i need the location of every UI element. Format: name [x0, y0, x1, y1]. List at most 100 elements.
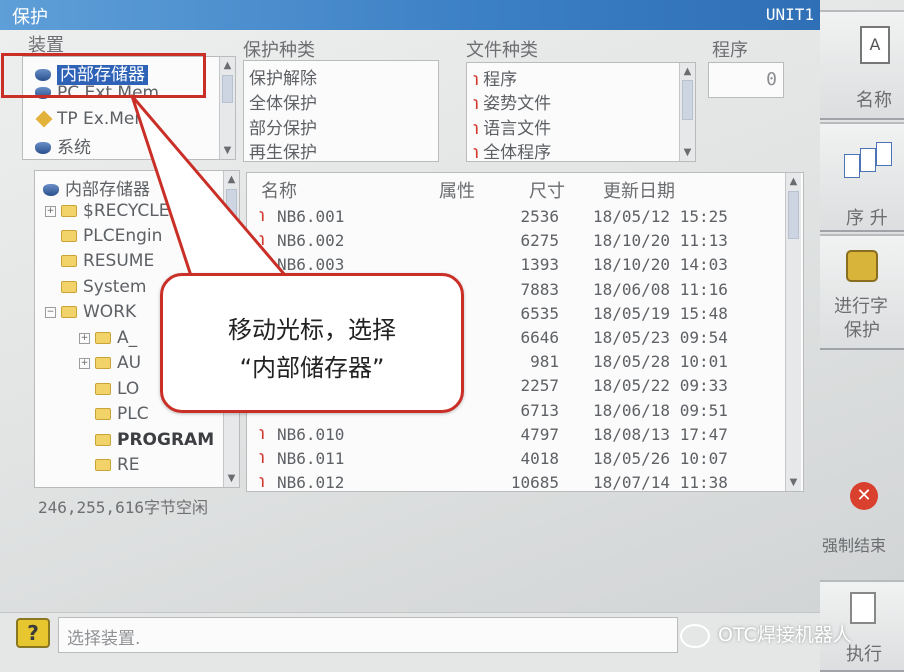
callout-box: 移动光标，选择 “内部储存器” [160, 273, 464, 413]
file-type-item[interactable]: ℩ 程序 [473, 65, 517, 90]
window-title: 保护 [12, 7, 48, 28]
table-row[interactable]: ℩ NB6.011 4018 18/05/26 10:07 [247, 447, 783, 469]
program-file-icon: ℩ [473, 118, 480, 139]
collapse-icon[interactable]: − [45, 306, 56, 318]
file-size: 6535 [520, 303, 559, 323]
scroll-down-icon[interactable]: ▼ [681, 146, 694, 159]
file-date: 18/05/26 10:07 [593, 449, 728, 468]
tree-node[interactable]: LO [95, 379, 139, 399]
program-file-icon: ℩ [259, 471, 266, 493]
device-item-tp-ext[interactable]: TP Ex.Mem [35, 109, 151, 129]
tree-node[interactable]: RESUME [61, 251, 154, 271]
file-name: NB6.001 [277, 207, 345, 226]
scroll-thumb[interactable] [788, 191, 799, 239]
tree-node-selected[interactable]: PROGRAM [95, 430, 214, 450]
file-type-list[interactable]: ℩ 程序 ℩ 姿势文件 ℩ 语言文件 ℩ 全体程序 ▲ ▼ [466, 62, 696, 163]
expand-icon[interactable]: + [79, 357, 90, 369]
scroll-thumb[interactable] [222, 75, 233, 103]
scroll-up-icon[interactable]: ▲ [221, 59, 234, 72]
file-size: 4797 [520, 424, 559, 444]
protect-type-item[interactable]: 再生保护 [249, 138, 317, 163]
tree-node[interactable]: + AU [79, 353, 141, 373]
folder-icon [61, 205, 77, 217]
file-date: 18/06/18 09:51 [593, 400, 728, 420]
file-type-item[interactable]: ℩ 语言文件 [473, 114, 551, 139]
folder-icon [95, 357, 111, 369]
file-size: 2257 [520, 376, 559, 396]
status-message-box: 选择装置. [58, 617, 678, 653]
program-file-icon: ℩ [259, 447, 266, 468]
folder-icon [95, 408, 111, 420]
folder-icon [95, 434, 111, 446]
file-date: 18/08/13 17:47 [593, 424, 728, 444]
file-type-item[interactable]: ℩ 全体程序 [473, 138, 551, 163]
protect-type-item[interactable]: 全体保护 [249, 89, 317, 114]
expand-icon[interactable]: + [45, 205, 56, 217]
scroll-down-icon[interactable]: ▼ [225, 472, 238, 485]
file-size: 7883 [520, 279, 559, 299]
scroll-up-icon[interactable]: ▲ [681, 65, 694, 78]
file-size: 6646 [520, 328, 559, 347]
execute-protect-label-1: 进行字 [834, 296, 888, 317]
program-file-icon: ℩ [259, 253, 266, 275]
execute-protect-label-2: 保护 [844, 320, 880, 341]
scroll-thumb[interactable] [226, 189, 237, 279]
program-file-icon: ℩ [259, 205, 266, 226]
program-label: 程序 [712, 40, 748, 61]
file-type-scrollbar[interactable]: ▲ ▼ [679, 63, 695, 161]
device-item-system[interactable]: 系统 [35, 133, 91, 158]
highlight-frame [1, 53, 206, 98]
table-row[interactable]: ℩ NB6.012 10685 18/07/14 11:38 [247, 471, 783, 493]
watermark: OTC焊接机器人 [680, 620, 852, 648]
sort-ascending-button[interactable]: 序 升 [820, 122, 904, 232]
protect-type-list[interactable]: 保护解除 全体保护 部分保护 再生保护 [243, 60, 439, 163]
program-number-field[interactable]: 0 [708, 62, 784, 98]
file-name: NB6.002 [277, 231, 345, 251]
tree-node[interactable]: − WORK [45, 302, 136, 322]
expand-icon[interactable]: + [79, 332, 90, 344]
free-space-text: 246,255,616字节空闲 [38, 498, 208, 517]
col-header-date[interactable]: 更新日期 [603, 177, 675, 203]
col-header-size[interactable]: 尺寸 [529, 177, 565, 203]
col-header-name[interactable]: 名称 [261, 177, 297, 203]
file-table-scrollbar[interactable]: ▲ ▼ [785, 173, 801, 491]
file-date: 18/05/23 09:54 [593, 328, 728, 347]
sort-by-name-button[interactable]: A 名称 [820, 10, 904, 120]
file-date: 18/05/22 09:33 [593, 376, 728, 396]
tree-root[interactable]: 内部存储器 [43, 175, 150, 200]
tree-node[interactable]: + $RECYCLE [45, 201, 169, 221]
force-end-button[interactable]: ✕ 强制结束 [820, 470, 904, 570]
tree-node[interactable]: + A_ [79, 328, 137, 348]
program-file-icon: ℩ [259, 422, 266, 444]
device-list-scrollbar[interactable]: ▲ ▼ [219, 57, 235, 159]
protect-type-label: 保护种类 [243, 40, 315, 61]
scroll-up-icon[interactable]: ▲ [787, 175, 800, 188]
program-file-icon: ℩ [473, 69, 480, 90]
protect-type-item[interactable]: 保护解除 [249, 64, 317, 89]
file-size: 6713 [520, 400, 559, 420]
warning-icon[interactable]: ? [16, 618, 50, 648]
col-header-attr[interactable]: 属性 [439, 177, 475, 203]
folder-icon [95, 332, 111, 344]
program-file-icon: ℩ [259, 229, 266, 251]
table-row[interactable]: ℩ NB6.002 6275 18/10/20 11:13 [247, 229, 783, 251]
tree-node[interactable]: PLCEngin [61, 226, 162, 246]
callout-line-2: “内部储存器” [239, 354, 385, 382]
scroll-down-icon[interactable]: ▼ [787, 476, 800, 489]
file-size: 4018 [520, 449, 559, 468]
table-row[interactable]: ℩ NB6.001 2536 18/05/12 15:25 [247, 205, 783, 227]
tree-node[interactable]: PLC [95, 404, 149, 424]
file-date: 18/10/20 11:13 [593, 231, 728, 251]
scroll-down-icon[interactable]: ▼ [221, 144, 234, 157]
execute-protect-button[interactable]: 进行字 保护 [820, 234, 904, 350]
scroll-thumb[interactable] [682, 80, 693, 120]
tree-node[interactable]: System [61, 277, 146, 297]
file-type-item[interactable]: ℩ 姿势文件 [473, 89, 551, 114]
file-type-label: 文件种类 [466, 40, 538, 61]
scroll-up-icon[interactable]: ▲ [225, 173, 238, 186]
table-row[interactable]: ℩ NB6.010 4797 18/08/13 17:47 [247, 423, 783, 445]
file-name: NB6.010 [277, 424, 345, 444]
program-file-icon: ℩ [473, 142, 480, 163]
tree-node[interactable]: RE [95, 455, 140, 475]
protect-type-item[interactable]: 部分保护 [249, 114, 317, 139]
